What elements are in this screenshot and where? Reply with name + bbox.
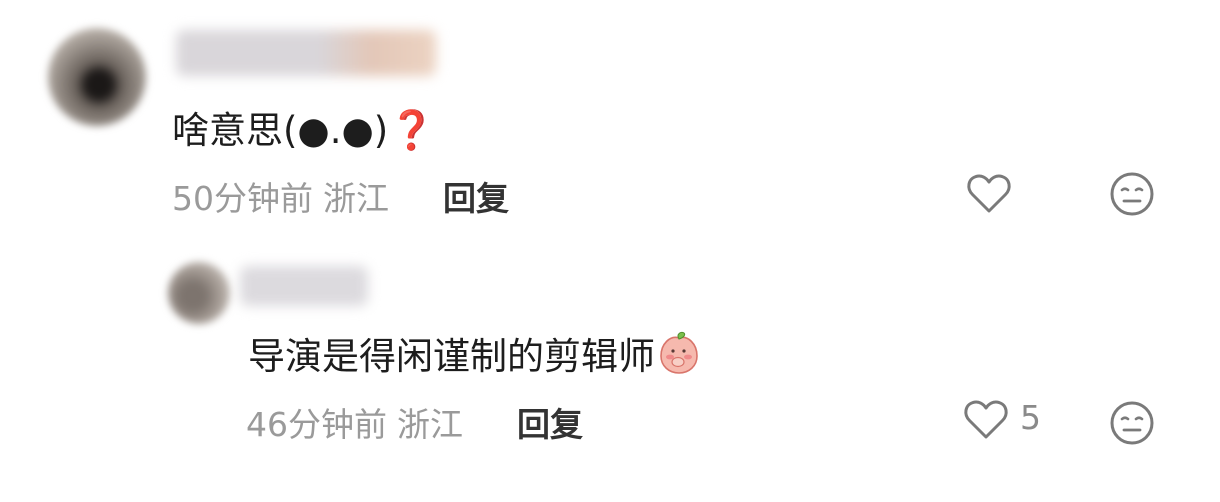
comment-text-content: 导演是得闲谨制的剪辑师 [248, 335, 655, 378]
heart-outline-icon[interactable] [963, 398, 1009, 444]
username-blurred[interactable] [240, 266, 368, 306]
username-blurred[interactable] [176, 30, 436, 76]
peach-face-emoji [657, 331, 701, 384]
heart-outline-icon[interactable] [966, 172, 1012, 218]
comment-time: 50分钟前 [172, 179, 313, 218]
comment-text: 啥意思(●.●)❓ [172, 100, 436, 154]
comment-time: 46分钟前 [246, 405, 387, 444]
comment-meta: 46分钟前 浙江 [246, 398, 463, 446]
comment-location: 浙江 [397, 405, 463, 444]
comment-text-content: 啥意思(●.●) [172, 109, 389, 152]
neutral-face-icon[interactable] [1109, 171, 1155, 221]
comment-text: 导演是得闲谨制的剪辑师 [248, 326, 701, 384]
avatar[interactable] [48, 28, 146, 126]
reply-button[interactable]: 回复 [517, 398, 583, 446]
question-mark-emoji: ❓ [388, 108, 436, 152]
comment-location: 浙江 [323, 179, 389, 218]
reply-button[interactable]: 回复 [443, 172, 509, 220]
like-count: 5 [1020, 398, 1041, 437]
neutral-face-icon[interactable] [1109, 400, 1155, 450]
avatar[interactable] [168, 262, 230, 324]
comment-meta: 50分钟前 浙江 [172, 172, 389, 220]
